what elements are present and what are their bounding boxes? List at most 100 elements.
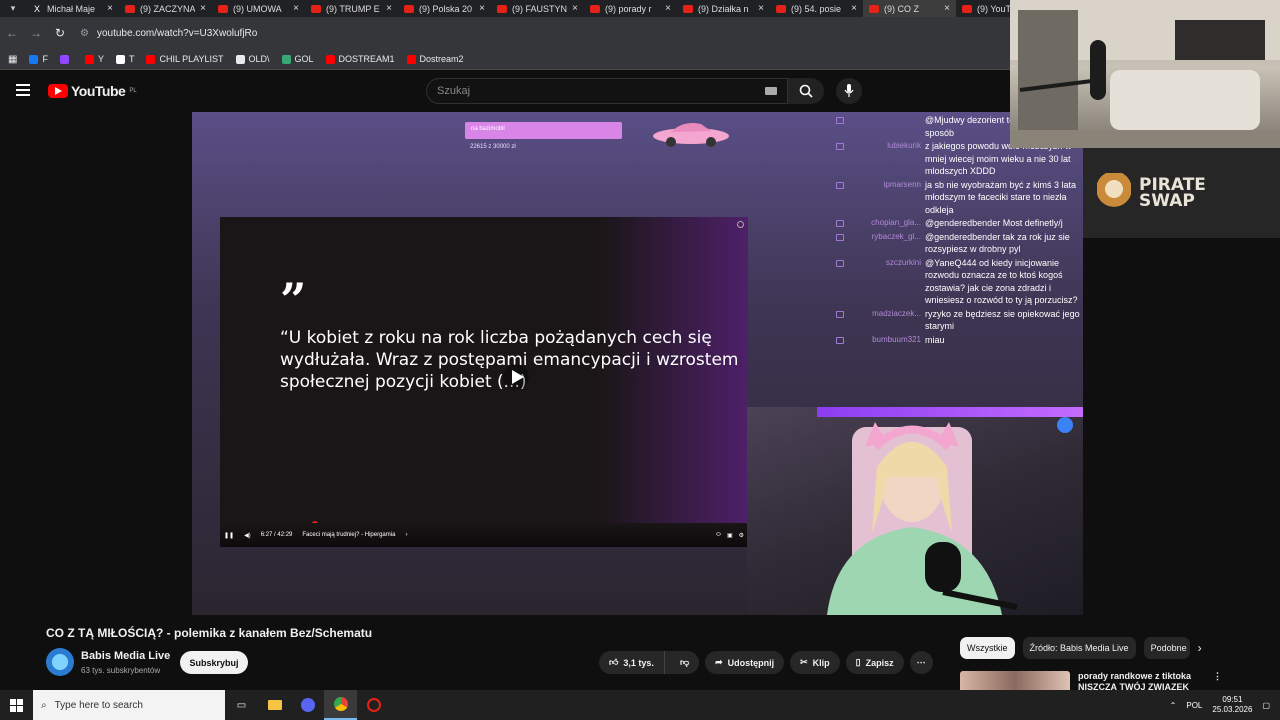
more-actions-button[interactable]: ⋯ [909,651,933,674]
channel-avatar[interactable] [46,648,74,676]
chat-text: @genderedbender tak za rok juz sie rozsy… [925,231,1070,255]
dislike-button[interactable]: 👎︎ [670,657,699,668]
browser-tab[interactable]: (9) UMOWA × [212,0,305,17]
ad-brand: PIRATE SWAP [1139,177,1206,210]
url-field[interactable]: ⚙ youtube.com/watch?v=U3XwolufjRo [80,28,257,39]
recommended-video[interactable]: porady randkowe z tiktoka NISZCZĄ TWÓJ Z… [960,671,1270,690]
clip-button[interactable]: ✂ Klip [790,651,840,674]
back-icon[interactable]: ← [0,26,24,40]
chat-username[interactable]: lubiekunk [887,140,921,178]
chip-all[interactable]: Wszystkie [960,637,1015,659]
channel-name[interactable]: Babis Media Live [81,650,170,662]
autoplay-toggle-icon[interactable]: ⬭ [716,532,721,539]
video-info-section: CO Z TĄ MIŁOŚCIĄ? - polemika z kanałem B… [0,615,1280,690]
settings-icon[interactable]: ⚙ [739,532,744,539]
windows-start-icon[interactable] [0,698,33,712]
browser-tab[interactable]: (9) 54. posie × [770,0,863,17]
youtube-icon [869,4,879,13]
x-icon: X [33,3,40,14]
browser-tab[interactable]: (9) ZACZYNA × [119,0,212,17]
bookmark-item[interactable]: OLD\ [235,54,270,64]
bookmark-item[interactable]: F [29,54,48,64]
chip-similar[interactable]: Podobne [1143,637,1190,659]
chat-badge-icon [836,117,844,124]
close-tab-icon[interactable]: × [572,3,578,14]
voice-search-button[interactable] [836,78,862,104]
browser-tab[interactable]: (9) FAUSTYN × [491,0,584,17]
bookmark-item[interactable]: CHIL PLAYLIST [146,54,224,64]
bookmark-item[interactable]: GOL [281,54,314,64]
chat-username[interactable]: ipmarsenn [884,179,921,217]
language-indicator[interactable]: POL [1186,701,1202,710]
thumbs-down-icon: 👎︎ [679,657,690,667]
play-icon[interactable] [502,363,530,391]
recommended-thumbnail[interactable] [960,671,1070,690]
keyboard-icon[interactable] [765,87,777,95]
close-tab-icon[interactable]: × [665,3,671,14]
file-explorer-icon[interactable] [258,690,291,720]
bookmark-item[interactable]: Y [84,54,104,64]
task-view-icon[interactable]: ▭ [225,690,258,720]
bookmark-item[interactable]: T [115,54,135,64]
youtube-icon [590,4,600,13]
clock-date: 25.03.2026 [1212,705,1253,714]
browser-tab[interactable]: (9) CO Z × [863,0,956,17]
more-vert-icon[interactable]: ⋮ [1213,671,1270,690]
forward-icon[interactable]: → [24,26,48,40]
subtitles-icon[interactable]: ▣ [727,532,733,539]
apps-grid-icon[interactable]: ▦ [8,54,17,65]
search-input[interactable]: Szukaj [426,78,788,104]
browser-tab[interactable]: (9) TRUMP E × [305,0,398,17]
close-tab-icon[interactable]: × [293,3,299,14]
tab-search-button[interactable]: ▾ [0,0,26,17]
app-icon-2[interactable] [357,690,390,720]
reload-icon[interactable]: ↻ [48,26,72,40]
browser-tab[interactable]: (9) porady r × [584,0,677,17]
chat-username[interactable]: szczurkini [886,257,921,307]
browser-tab[interactable]: (9) Działka n × [677,0,770,17]
close-tab-icon[interactable]: × [200,3,206,14]
close-tab-icon[interactable]: × [758,3,764,14]
chevron-up-icon[interactable]: ⌃ [1170,701,1177,710]
clock[interactable]: 09:51 25.03.2026 [1212,695,1252,715]
embedded-chapter[interactable]: Faceci mają trudniej? - Hipergamia [302,532,395,538]
bookmark-label: T [128,54,135,64]
browser-tab[interactable]: (9) Polska 20 × [398,0,491,17]
close-tab-icon[interactable]: × [944,3,950,14]
app-icon-1[interactable] [291,690,324,720]
close-tab-icon[interactable]: × [851,3,857,14]
notifications-icon[interactable]: ▢ [1262,701,1270,710]
bookmark-label: Y [97,54,104,64]
pause-icon[interactable]: ❚❚ [224,532,234,539]
subscribe-button[interactable]: Subskrybuj [180,651,248,674]
site-info-icon[interactable]: ⚙ [80,28,89,39]
embedded-video[interactable]: ” “U kobiet z roku na rok liczba pożądan… [220,217,748,547]
menu-icon[interactable] [16,84,30,96]
bookmark-label: CHIL PLAYLIST [159,54,224,64]
chat-username[interactable]: madziaczek... [872,308,921,333]
youtube-logo[interactable]: YouTube PL [48,83,137,99]
close-tab-icon[interactable]: × [386,3,392,14]
share-button[interactable]: ➦ Udostępnij [705,651,785,674]
chat-username[interactable]: bumbuum321 [872,334,921,347]
search-button[interactable] [788,78,824,104]
chat-username[interactable]: chopian_gla... [871,217,921,230]
bookmark-item[interactable] [59,54,73,64]
bookmark-item[interactable]: Dostream2 [406,54,464,64]
save-button[interactable]: ▯ Zapisz [845,651,904,674]
chat-username[interactable]: rybaczek_gl... [872,231,921,256]
volume-icon[interactable]: ◀) [244,532,251,539]
close-tab-icon[interactable]: × [479,3,485,14]
bookmark-item[interactable]: DOSTREAM1 [325,54,395,64]
browser-tab[interactable]: X Michał Maje × [26,0,119,17]
chrome-icon[interactable] [324,690,357,720]
taskbar-search-input[interactable]: ⌕ Type here to search [33,690,225,720]
close-tab-icon[interactable]: × [107,3,113,14]
chevron-right-icon[interactable]: › [1198,637,1202,659]
pirate-swap-ad[interactable]: PIRATE SWAP [1083,148,1280,238]
chip-source[interactable]: Źródło: Babis Media Live [1022,637,1136,659]
video-player[interactable]: na bazimobil 22615 z 30000 zł ” “U kobie… [192,112,1083,615]
like-button[interactable]: 👍︎ 3,1 tys. [599,651,665,674]
chevron-right-icon[interactable]: › [405,532,407,538]
info-icon[interactable] [737,221,744,228]
